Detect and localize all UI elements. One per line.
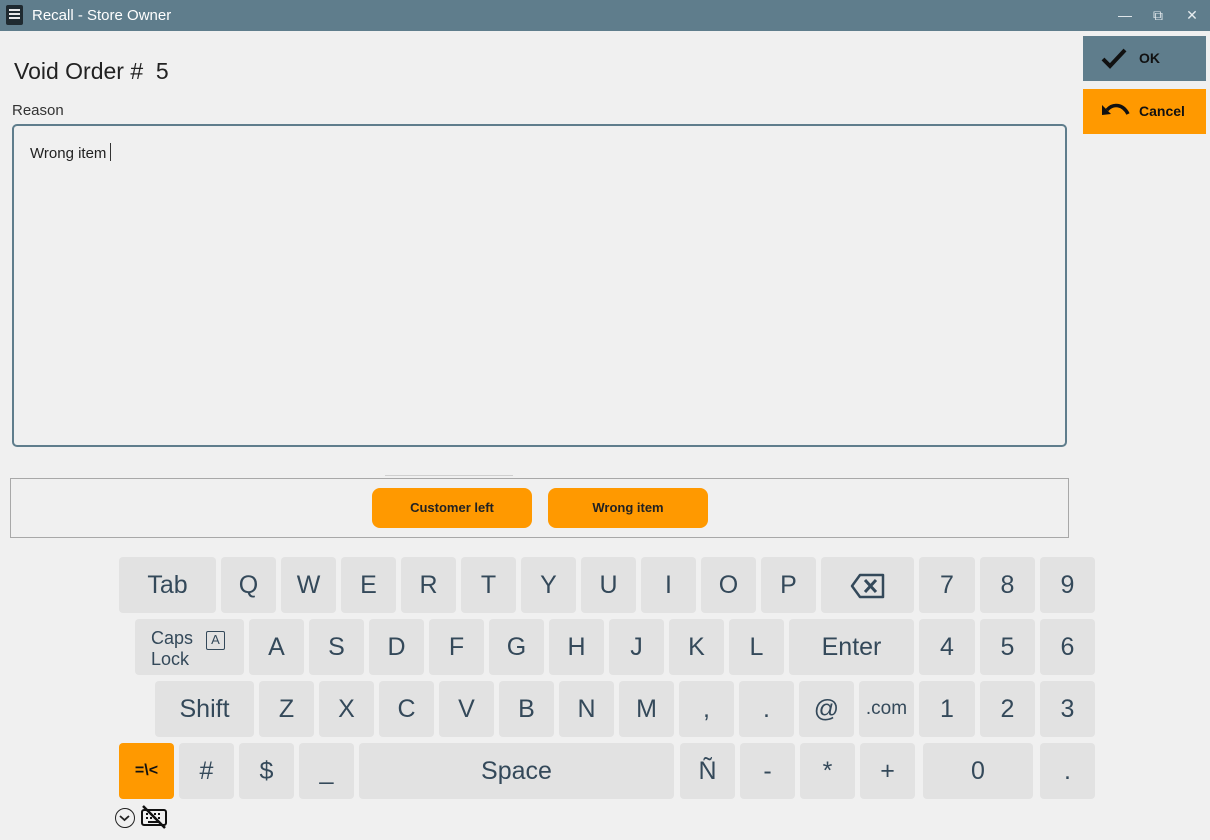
key-i[interactable]: I bbox=[641, 557, 696, 613]
backspace-icon bbox=[850, 574, 884, 599]
key-e[interactable]: E bbox=[341, 557, 396, 613]
key-4[interactable]: 4 bbox=[919, 619, 975, 675]
reason-value: Wrong item bbox=[30, 145, 107, 162]
key-n[interactable]: N bbox=[559, 681, 614, 737]
title-bar: Recall - Store Owner — ⧉ ✕ bbox=[0, 0, 1210, 31]
key-0[interactable]: 0 bbox=[923, 743, 1033, 799]
key-g[interactable]: G bbox=[489, 619, 544, 675]
text-caret bbox=[110, 143, 112, 161]
key-k[interactable]: K bbox=[669, 619, 724, 675]
checkmark-icon bbox=[1101, 48, 1127, 69]
key-caps-lock[interactable]: Caps Lock A bbox=[135, 619, 244, 675]
key-q[interactable]: Q bbox=[221, 557, 276, 613]
register-icon bbox=[6, 5, 23, 25]
key-8[interactable]: 8 bbox=[980, 557, 1035, 613]
preset-customer-left-button[interactable]: Customer left bbox=[372, 488, 532, 528]
cancel-button[interactable]: Cancel bbox=[1083, 89, 1206, 134]
key-m[interactable]: M bbox=[619, 681, 674, 737]
key-period[interactable]: . bbox=[739, 681, 794, 737]
key-c[interactable]: C bbox=[379, 681, 434, 737]
key-enter[interactable]: Enter bbox=[789, 619, 914, 675]
key-9[interactable]: 9 bbox=[1040, 557, 1095, 613]
key-s[interactable]: S bbox=[309, 619, 364, 675]
ok-button[interactable]: OK bbox=[1083, 36, 1206, 81]
key-j[interactable]: J bbox=[609, 619, 664, 675]
undo-arrow-icon bbox=[1102, 103, 1130, 115]
reason-label: Reason bbox=[12, 102, 64, 119]
key-dollar[interactable]: $ bbox=[239, 743, 294, 799]
key-t[interactable]: T bbox=[461, 557, 516, 613]
minimize-button[interactable]: — bbox=[1108, 0, 1142, 31]
key-decimal[interactable]: . bbox=[1040, 743, 1095, 799]
key-dotcom[interactable]: .com bbox=[859, 681, 914, 737]
key-underscore[interactable]: _ bbox=[299, 743, 354, 799]
key-minus[interactable]: - bbox=[740, 743, 795, 799]
key-w[interactable]: W bbox=[281, 557, 336, 613]
key-space[interactable]: Space bbox=[359, 743, 674, 799]
ok-label: OK bbox=[1139, 50, 1160, 66]
key-y[interactable]: Y bbox=[521, 557, 576, 613]
key-o[interactable]: O bbox=[701, 557, 756, 613]
key-1[interactable]: 1 bbox=[919, 681, 975, 737]
key-hash[interactable]: # bbox=[179, 743, 234, 799]
preset-divider bbox=[385, 475, 513, 476]
key-6[interactable]: 6 bbox=[1040, 619, 1095, 675]
key-r[interactable]: R bbox=[401, 557, 456, 613]
reason-input[interactable]: Wrong item bbox=[12, 124, 1067, 447]
cancel-label: Cancel bbox=[1139, 103, 1185, 119]
key-n-tilde[interactable]: Ñ bbox=[680, 743, 735, 799]
key-u[interactable]: U bbox=[581, 557, 636, 613]
keyboard-off-icon[interactable] bbox=[140, 805, 168, 834]
key-l[interactable]: L bbox=[729, 619, 784, 675]
key-plus[interactable]: + bbox=[860, 743, 915, 799]
window-title: Recall - Store Owner bbox=[32, 7, 172, 24]
key-5[interactable]: 5 bbox=[980, 619, 1035, 675]
key-h[interactable]: H bbox=[549, 619, 604, 675]
key-x[interactable]: X bbox=[319, 681, 374, 737]
key-shift[interactable]: Shift bbox=[155, 681, 254, 737]
key-backspace[interactable] bbox=[821, 557, 914, 613]
key-at[interactable]: @ bbox=[799, 681, 854, 737]
key-z[interactable]: Z bbox=[259, 681, 314, 737]
reason-text-line: Wrong item bbox=[30, 143, 112, 162]
key-v[interactable]: V bbox=[439, 681, 494, 737]
chevron-down-circle-icon[interactable] bbox=[115, 808, 135, 828]
key-f[interactable]: F bbox=[429, 619, 484, 675]
caps-lock-label: Caps Lock bbox=[151, 628, 194, 669]
key-7[interactable]: 7 bbox=[919, 557, 975, 613]
key-asterisk[interactable]: * bbox=[800, 743, 855, 799]
key-3[interactable]: 3 bbox=[1040, 681, 1095, 737]
key-p[interactable]: P bbox=[761, 557, 816, 613]
key-comma[interactable]: , bbox=[679, 681, 734, 737]
close-button[interactable]: ✕ bbox=[1175, 0, 1209, 31]
restore-button[interactable]: ⧉ bbox=[1141, 0, 1175, 31]
caps-indicator-icon: A bbox=[206, 631, 225, 650]
key-tab[interactable]: Tab bbox=[119, 557, 216, 613]
key-2[interactable]: 2 bbox=[980, 681, 1035, 737]
key-symbols-toggle[interactable]: =\< bbox=[119, 743, 174, 799]
preset-wrong-item-button[interactable]: Wrong item bbox=[548, 488, 708, 528]
key-b[interactable]: B bbox=[499, 681, 554, 737]
key-a[interactable]: A bbox=[249, 619, 304, 675]
key-d[interactable]: D bbox=[369, 619, 424, 675]
preset-reasons-panel bbox=[10, 478, 1069, 538]
page-title: Void Order # 5 bbox=[14, 58, 169, 84]
